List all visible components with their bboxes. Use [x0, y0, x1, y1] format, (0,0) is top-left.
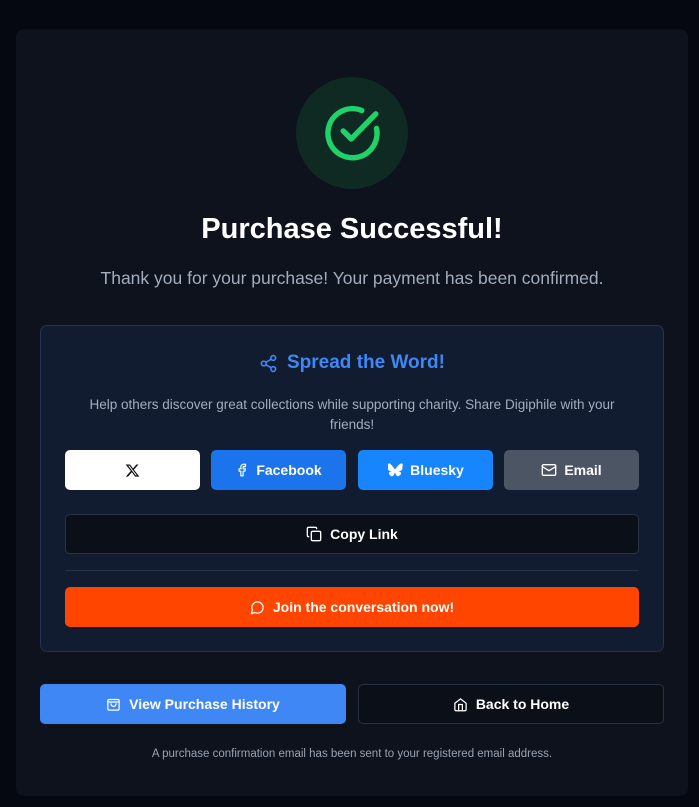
join-label: Join the conversation now!: [272, 599, 455, 615]
check-circle-icon: [321, 102, 383, 164]
x-logo-icon: [125, 463, 140, 478]
copy-link-label: Copy Link: [330, 526, 398, 542]
chat-bubble-icon: [250, 600, 265, 615]
butterfly-icon: [387, 462, 403, 478]
share-divider: [65, 570, 639, 571]
share-email-button[interactable]: Email: [504, 450, 639, 490]
share-bluesky-button[interactable]: Bluesky: [358, 450, 493, 490]
share-panel: Spread the Word! Help others discover gr…: [40, 325, 664, 652]
copy-icon: [306, 526, 322, 542]
bluesky-label: Bluesky: [410, 462, 464, 478]
facebook-icon: [235, 463, 249, 477]
success-badge: [296, 77, 408, 189]
share-heading: Spread the Word!: [41, 352, 663, 374]
purchase-success-card: Purchase Successful! Thank you for your …: [16, 29, 688, 796]
copy-link-button[interactable]: Copy Link: [65, 514, 639, 554]
page-subtitle: Thank you for your purchase! Your paymen…: [100, 268, 604, 288]
mail-icon: [541, 462, 557, 478]
page-title: Purchase Successful!: [201, 213, 503, 245]
history-label: View Purchase History: [129, 696, 280, 712]
share-x-button[interactable]: [65, 450, 200, 490]
email-label: Email: [564, 462, 602, 478]
home-label: Back to Home: [475, 696, 570, 712]
home-icon: [453, 697, 468, 712]
share-title-text: Spread the Word!: [287, 352, 445, 373]
back-to-home-button[interactable]: Back to Home: [358, 684, 664, 724]
facebook-label: Facebook: [256, 462, 322, 478]
join-conversation-button[interactable]: Join the conversation now!: [65, 587, 639, 627]
confirmation-note: A purchase confirmation email has been s…: [151, 748, 553, 760]
share-icon: [259, 354, 278, 373]
shopping-bag-icon: [106, 697, 121, 712]
share-description: Help others discover great collections w…: [89, 397, 615, 432]
share-facebook-button[interactable]: Facebook: [211, 450, 346, 490]
view-purchase-history-button[interactable]: View Purchase History: [40, 684, 346, 724]
